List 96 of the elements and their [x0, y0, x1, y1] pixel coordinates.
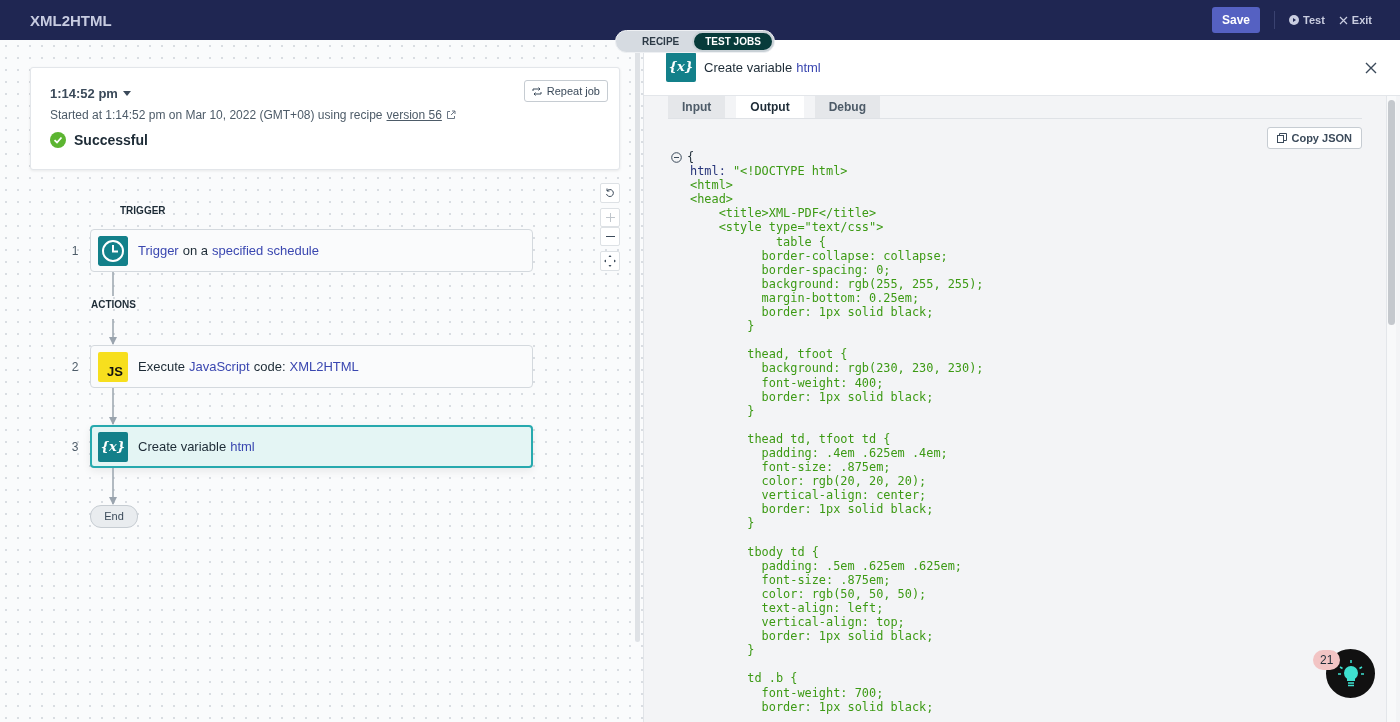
caret-icon [122, 90, 131, 96]
step-link[interactable]: specified schedule [212, 243, 319, 258]
version-link[interactable]: version 56 [386, 108, 442, 122]
status-text: Successful [74, 132, 148, 148]
code-line: <head> [690, 192, 733, 207]
code-line: } [746, 403, 755, 418]
step-number: 2 [70, 359, 80, 374]
code-line: font-weight: 700; [760, 685, 884, 700]
mode-tab[interactable]: RECIPE [616, 31, 693, 52]
javascript-icon: JS [98, 351, 128, 382]
code-line: } [746, 319, 755, 334]
code-line: vertical-align: center; [760, 488, 927, 503]
step-number: 3 [70, 439, 80, 454]
step-card[interactable]: Trigger on a specified schedule [90, 229, 533, 272]
title-text: Create variable [704, 60, 793, 75]
code-line: border: 1px solid black; [760, 305, 934, 320]
code-line: <style type="text/css"> [717, 220, 884, 235]
code-line: margin-bottom: 0.25em; [760, 290, 920, 305]
plus-icon [605, 213, 615, 222]
code-line: table { [774, 234, 827, 249]
code-line: border-collapse: collapse; [760, 248, 948, 263]
code-line: thead td, tfoot td { [746, 431, 891, 446]
clock-icon [98, 235, 128, 266]
end-node: End [90, 505, 138, 528]
repeat-icon [531, 86, 542, 96]
code-line: padding: .5em .625em .625em; [761, 558, 963, 573]
code-line: "<!DOCTYPE html> [731, 164, 848, 179]
code-line: background: rgb(255, 255, 255); [760, 276, 984, 291]
scrollbar[interactable] [1386, 96, 1396, 722]
step-link[interactable]: html [230, 439, 255, 454]
reset-icon [605, 188, 615, 198]
step-link[interactable]: Trigger [138, 243, 179, 258]
code-line: font-weight: 400; [760, 375, 884, 390]
code-line: color: rgb(20, 20, 20); [760, 474, 927, 489]
reset-view-button[interactable] [600, 183, 620, 203]
code-line: border-spacing: 0; [760, 262, 891, 277]
code-line: border: 1px solid black; [760, 699, 934, 714]
title-link[interactable]: html [796, 60, 821, 75]
repeat-job-button[interactable]: Repeat job [523, 80, 608, 102]
code-line: } [746, 516, 755, 531]
step-text: code: [253, 359, 286, 374]
variable-icon: {x} [98, 431, 128, 462]
test-button[interactable]: Test [1289, 14, 1325, 26]
zoom-out-button[interactable] [600, 227, 620, 246]
variable-icon: {x} [666, 51, 696, 82]
play-icon [1289, 15, 1299, 25]
lightbulb-icon [1336, 658, 1365, 689]
detail-tab[interactable]: Input [668, 96, 726, 118]
check-circle-icon [50, 132, 66, 148]
step-text: on a [182, 243, 208, 258]
collapse-icon[interactable] [671, 151, 682, 163]
code-line: <title>XML-PDF</title> [717, 206, 877, 221]
code-line: color: rgb(50, 50, 50); [760, 586, 927, 601]
step-link[interactable]: JavaScript [189, 359, 250, 374]
step-text: Execute [138, 359, 185, 374]
connector-arrow [108, 468, 118, 505]
job-time-dropdown[interactable]: 1:14:52 pm [50, 85, 131, 101]
code-line: border: 1px solid black; [760, 629, 934, 644]
close-icon [1338, 15, 1348, 25]
code-line: font-size: .875em; [760, 460, 891, 475]
code-line: } [746, 643, 755, 658]
trigger-label: TRIGGER [120, 205, 167, 217]
started-text: Started at 1:14:52 pm on Mar 10, 2022 (GMT+08) using recipe [50, 108, 383, 122]
app-title: XML2HTML [30, 11, 112, 29]
mode-tab[interactable]: TEST JOBS [692, 31, 774, 52]
external-link-icon [445, 110, 456, 120]
connector-arrow [108, 388, 118, 425]
code-line: border: 1px solid black; [760, 389, 934, 404]
code-line: thead, tfoot { [746, 347, 848, 362]
code-line: border: 1px solid black; [760, 502, 934, 517]
code-line: background: rgb(230, 230, 230); [760, 361, 984, 376]
connector-arrow [108, 319, 118, 345]
code-brace: { [687, 150, 695, 165]
save-button[interactable]: Save [1211, 7, 1260, 33]
exit-button[interactable]: Exit [1338, 14, 1372, 26]
code-line: tbody td { [746, 544, 819, 559]
step-number: 1 [70, 243, 80, 258]
step-card[interactable]: JS Execute JavaScript code: XML2HTML [90, 345, 533, 388]
connector-line [112, 272, 114, 296]
copy-json-button[interactable]: Copy JSON [1267, 127, 1362, 149]
code-line: font-size: .875em; [760, 572, 891, 587]
code-line: padding: .4em .625em .4em; [760, 445, 948, 460]
detail-tab[interactable]: Output [736, 96, 804, 118]
code-line: vertical-align: top; [760, 615, 905, 630]
close-button[interactable] [1364, 60, 1378, 75]
fit-view-icon [604, 255, 616, 267]
json-key: html: [690, 164, 726, 179]
code-line: td .b { [746, 671, 798, 686]
code-line: <html> [690, 178, 733, 193]
detail-tab[interactable]: Debug [814, 96, 880, 118]
actions-label: ACTIONS [91, 299, 136, 311]
step-link[interactable]: XML2HTML [289, 359, 359, 374]
code-line: text-align: left; [760, 601, 884, 615]
step-text: Create variable [138, 439, 227, 454]
step-card[interactable]: {x} Create variable html [90, 425, 533, 468]
copy-icon [1277, 133, 1288, 143]
